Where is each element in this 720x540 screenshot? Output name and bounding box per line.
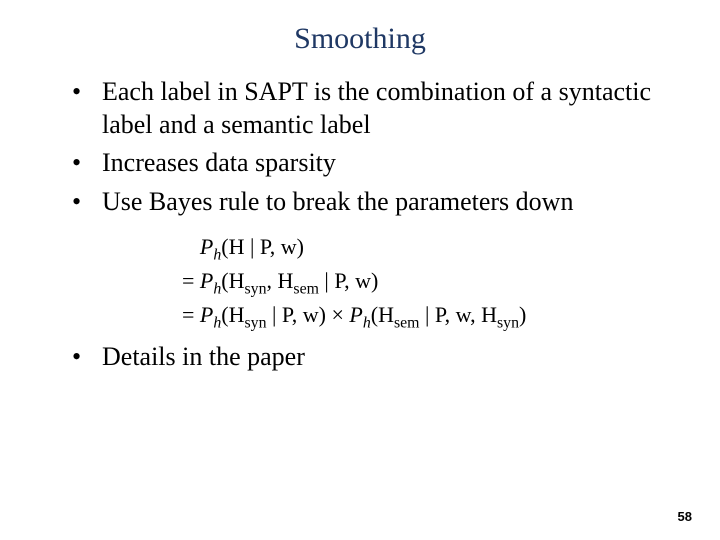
slide-title: Smoothing xyxy=(0,0,720,76)
bullet-item: Use Bayes rule to break the parameters d… xyxy=(72,186,660,219)
formula-block: = Ph(H | P, w) = Ph(Hsyn, Hsem | P, w) =… xyxy=(72,224,660,341)
bullet-list: Each label in SAPT is the combination of… xyxy=(72,76,660,218)
bullet-item: Details in the paper xyxy=(72,341,660,374)
page-number: 58 xyxy=(678,509,692,524)
bullet-item: Each label in SAPT is the combination of… xyxy=(72,76,660,141)
bullet-list-2: Details in the paper xyxy=(72,341,660,374)
formula-line-2: = Ph(Hsyn, Hsem | P, w) xyxy=(182,266,660,300)
formula-line-1: = Ph(H | P, w) xyxy=(182,232,660,266)
bullet-item: Increases data sparsity xyxy=(72,147,660,180)
slide: Smoothing Each label in SAPT is the comb… xyxy=(0,0,720,540)
formula-line-3: = Ph(Hsyn | P, w) × Ph(Hsem | P, w, Hsyn… xyxy=(182,300,660,334)
slide-body: Each label in SAPT is the combination of… xyxy=(0,76,720,374)
